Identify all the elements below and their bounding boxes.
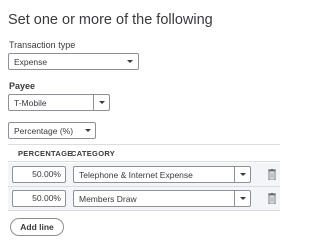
combo-divider bbox=[93, 95, 94, 110]
trash-icon[interactable] bbox=[267, 169, 277, 180]
chevron-down-icon bbox=[127, 60, 133, 63]
combo-divider bbox=[234, 167, 235, 182]
category-column-header: CATEGORY bbox=[71, 149, 116, 158]
table-row: 50.00% Telephone & Internet Expense bbox=[8, 163, 280, 187]
transaction-type-value: Expense bbox=[14, 57, 48, 67]
category-combobox[interactable]: Telephone & Internet Expense bbox=[73, 166, 251, 183]
percentage-input[interactable]: 50.00% bbox=[12, 166, 66, 183]
payee-value: T-Mobile bbox=[14, 98, 47, 108]
chevron-down-icon[interactable] bbox=[240, 173, 246, 176]
payee-label: Payee bbox=[9, 81, 36, 91]
category-value: Members Draw bbox=[79, 194, 137, 204]
combo-divider bbox=[234, 191, 235, 206]
split-table-header: PERCENTAGE CATEGORY bbox=[8, 144, 280, 162]
payee-combobox[interactable]: T-Mobile bbox=[8, 94, 110, 111]
chevron-down-icon bbox=[85, 129, 91, 132]
split-mode-value: Percentage (%) bbox=[14, 126, 74, 136]
trash-icon[interactable] bbox=[267, 193, 277, 204]
chevron-down-icon[interactable] bbox=[99, 101, 105, 104]
percentage-column-header: PERCENTAGE bbox=[18, 149, 73, 158]
page-title: Set one or more of the following bbox=[8, 12, 213, 28]
category-combobox[interactable]: Members Draw bbox=[73, 190, 251, 207]
table-row: 50.00% Members Draw bbox=[8, 187, 280, 211]
percentage-input[interactable]: 50.00% bbox=[12, 190, 66, 207]
category-value: Telephone & Internet Expense bbox=[79, 170, 193, 180]
chevron-down-icon[interactable] bbox=[240, 197, 246, 200]
transaction-type-select[interactable]: Expense bbox=[8, 53, 139, 70]
add-line-button[interactable]: Add line bbox=[10, 218, 64, 236]
split-mode-select[interactable]: Percentage (%) bbox=[8, 122, 96, 139]
transaction-type-label: Transaction type bbox=[9, 40, 76, 50]
